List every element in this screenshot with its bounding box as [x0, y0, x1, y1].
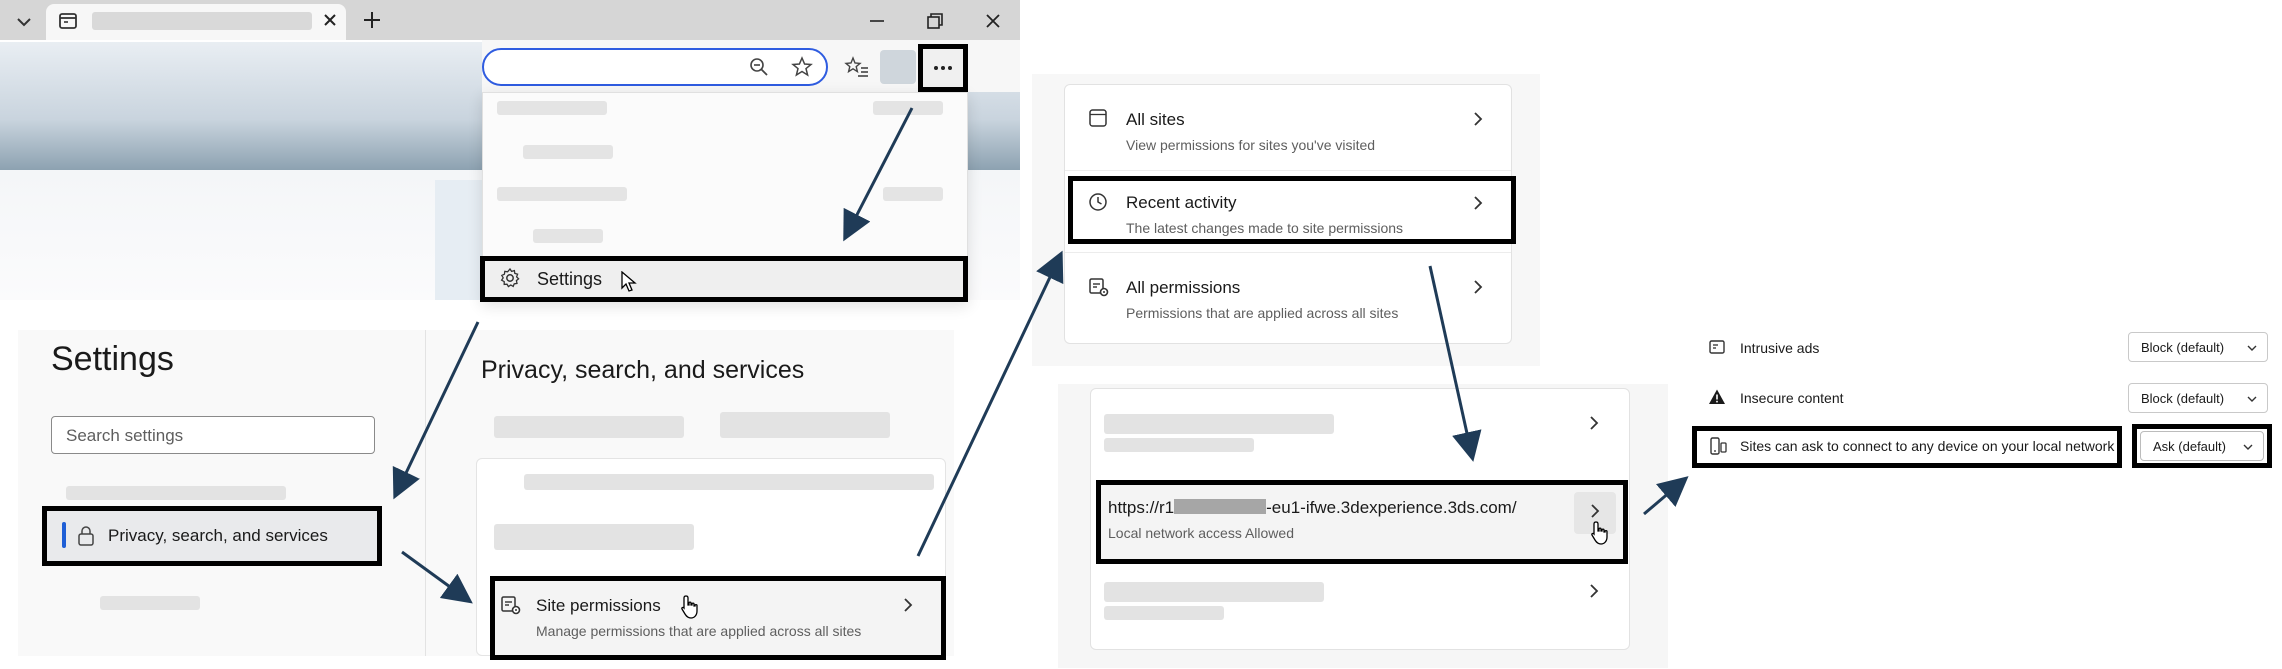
arrow-settings-to-privacy [392, 321, 480, 500]
arrow-site-permissions-to-panel [916, 250, 1064, 557]
arrow-menu-to-settings [843, 107, 914, 242]
arrow-recent-activity-to-list [1428, 265, 1482, 462]
arrow-site-to-detail [1643, 476, 1689, 516]
arrow-privacy-to-site-permissions [401, 550, 473, 604]
step-arrows [392, 107, 1689, 604]
